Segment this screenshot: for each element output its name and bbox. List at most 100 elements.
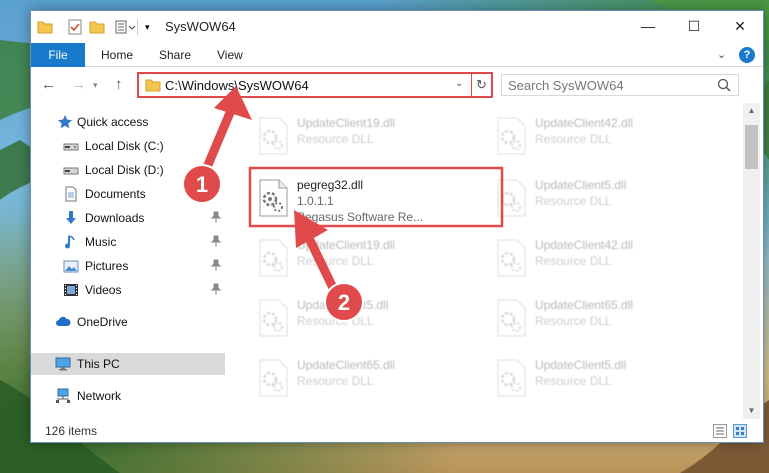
- details-view-icon[interactable]: [713, 424, 727, 438]
- file-tile[interactable]: UpdateClient19.dll Resource DLL: [253, 109, 483, 165]
- dll-file-icon: [259, 359, 288, 397]
- file-tile[interactable]: UpdateClient5.dll Resource DLL: [491, 171, 721, 227]
- search-box[interactable]: [501, 74, 739, 96]
- new-folder-icon[interactable]: [89, 19, 105, 35]
- documents-icon: [65, 186, 77, 202]
- file-type: Resource DLL: [535, 194, 612, 208]
- address-bar[interactable]: C:\Windows\SysWOW64 ⌄ ↻: [137, 72, 493, 98]
- file-name: UpdateClient5.dll: [535, 178, 627, 192]
- expand-ribbon-icon[interactable]: ⌄: [717, 48, 726, 61]
- dll-file-icon: [497, 299, 526, 337]
- sidebar-item-quick-access[interactable]: Quick access: [31, 111, 225, 133]
- pin-icon[interactable]: [211, 235, 221, 247]
- folder-icon: [37, 21, 53, 34]
- file-company: Pegasus Software Re...: [297, 210, 424, 224]
- sidebar-item-onedrive[interactable]: OneDrive: [31, 311, 225, 333]
- customize-toolbar-icon[interactable]: [115, 19, 137, 35]
- address-dropdown-icon[interactable]: ⌄: [455, 78, 463, 89]
- videos-icon: [64, 284, 78, 296]
- dll-file-icon: [497, 239, 526, 277]
- sidebar-item-documents[interactable]: Documents: [31, 183, 225, 205]
- file-name: UpdateClient65.dll: [535, 298, 634, 312]
- file-name: UpdateClient42.dll: [535, 116, 634, 130]
- sidebar-item-label: This PC: [77, 357, 120, 371]
- dll-file-icon: [497, 359, 526, 397]
- back-arrow-icon[interactable]: ←: [41, 76, 56, 93]
- file-tile-pegreg32[interactable]: pegreg32.dll 1.0.1.1 Pegasus Software Re…: [253, 171, 483, 227]
- dll-file-icon: [259, 117, 288, 155]
- sidebar-item-this-pc[interactable]: This PC: [31, 353, 225, 375]
- sidebar-item-label: OneDrive: [77, 315, 128, 329]
- sidebar-item-network[interactable]: Network: [31, 385, 225, 407]
- pin-icon[interactable]: [211, 259, 221, 271]
- tab-view[interactable]: View: [217, 43, 243, 67]
- file-type: Resource DLL: [535, 132, 612, 146]
- dll-file-icon: [259, 299, 288, 337]
- tab-file[interactable]: File: [31, 43, 85, 67]
- up-arrow-icon[interactable]: ↑: [115, 76, 123, 93]
- sidebar-item-label: Local Disk (C:): [85, 139, 164, 153]
- ribbon-tabs: File Home Share View ⌄ ?: [31, 43, 763, 67]
- file-tile[interactable]: UpdateClient42.dll Resource DLL: [491, 231, 721, 287]
- file-name: UpdateClient19.dll: [297, 116, 396, 130]
- sidebar-item-label: Network: [77, 389, 122, 403]
- file-tile[interactable]: UpdateClient42.dll Resource DLL: [491, 109, 721, 165]
- sidebar-item-local-disk-c[interactable]: Local Disk (C:): [31, 135, 225, 157]
- file-tile[interactable]: UpdateClient5.dll Resource DLL: [491, 351, 721, 407]
- drive-icon: [63, 167, 79, 175]
- file-tile[interactable]: UpdateClient65.dll Resource DLL: [491, 291, 721, 347]
- sidebar-item-videos[interactable]: Videos: [31, 279, 225, 301]
- dll-file-icon: [259, 239, 288, 277]
- address-path[interactable]: C:\Windows\SysWOW64: [165, 78, 309, 93]
- search-icon[interactable]: [716, 77, 732, 93]
- recent-locations-icon[interactable]: ▾: [93, 80, 98, 91]
- computer-icon: [55, 357, 71, 371]
- sidebar-item-pictures[interactable]: Pictures: [31, 255, 225, 277]
- sidebar-item-local-disk-d[interactable]: Local Disk (D:): [31, 159, 225, 181]
- forward-arrow-icon[interactable]: →: [71, 76, 86, 93]
- pin-icon[interactable]: [211, 283, 221, 295]
- item-count: 126 items: [45, 424, 98, 438]
- quick-access-dropdown-icon[interactable]: ▾: [145, 19, 155, 35]
- network-icon: [56, 388, 70, 403]
- scroll-down-icon[interactable]: ▼: [743, 403, 760, 419]
- file-tile[interactable]: UpdateClient5.dll Resource DLL: [253, 291, 483, 347]
- file-type: Resource DLL: [535, 254, 612, 268]
- file-name: UpdateClient5.dll: [297, 298, 389, 312]
- file-name: UpdateClient42.dll: [535, 238, 634, 252]
- sidebar-item-label: Downloads: [85, 211, 145, 225]
- scroll-up-icon[interactable]: ▲: [743, 103, 760, 119]
- refresh-button[interactable]: ↻: [471, 74, 491, 96]
- sidebar-item-downloads[interactable]: Downloads: [31, 207, 225, 229]
- file-list: UpdateClient19.dll Resource DLL pegreg32…: [229, 103, 743, 419]
- search-input[interactable]: [508, 77, 708, 93]
- vertical-scrollbar[interactable]: ▲ ▼: [743, 103, 760, 419]
- file-tile[interactable]: UpdateClient19.dll Resource DLL: [253, 231, 483, 287]
- sidebar-item-label: Documents: [85, 187, 146, 201]
- close-button[interactable]: ✕: [717, 11, 763, 41]
- properties-check-icon[interactable]: [67, 19, 83, 35]
- maximize-button[interactable]: ☐: [671, 11, 717, 41]
- dll-file-icon: [497, 117, 526, 155]
- file-tile[interactable]: UpdateClient65.dll Resource DLL: [253, 351, 483, 407]
- file-type: Resource DLL: [297, 132, 374, 146]
- sidebar-item-label: Videos: [85, 283, 122, 297]
- tiles-view-icon[interactable]: [733, 424, 747, 438]
- file-type: Resource DLL: [535, 314, 612, 328]
- file-explorer-window: ▾ SysWOW64 — ☐ ✕ File Home Share View ⌄ …: [30, 10, 764, 443]
- pin-icon[interactable]: [211, 211, 221, 223]
- file-name: pegreg32.dll: [297, 178, 364, 192]
- help-icon[interactable]: ?: [739, 47, 755, 63]
- pictures-icon: [63, 260, 79, 273]
- tab-share[interactable]: Share: [159, 43, 191, 67]
- sidebar-item-music[interactable]: Music: [31, 231, 225, 253]
- file-name: UpdateClient65.dll: [297, 358, 396, 372]
- navigation-pane: Quick access Local Disk (C:) Local Disk …: [31, 103, 225, 419]
- file-type: Resource DLL: [297, 254, 374, 268]
- scroll-thumb[interactable]: [745, 125, 758, 169]
- file-name: UpdateClient5.dll: [535, 358, 627, 372]
- address-row: ← → ▾ ↑ C:\Windows\SysWOW64 ⌄ ↻: [31, 68, 763, 102]
- tab-home[interactable]: Home: [101, 43, 133, 67]
- window-title: SysWOW64: [165, 19, 236, 34]
- minimize-button[interactable]: —: [625, 11, 671, 41]
